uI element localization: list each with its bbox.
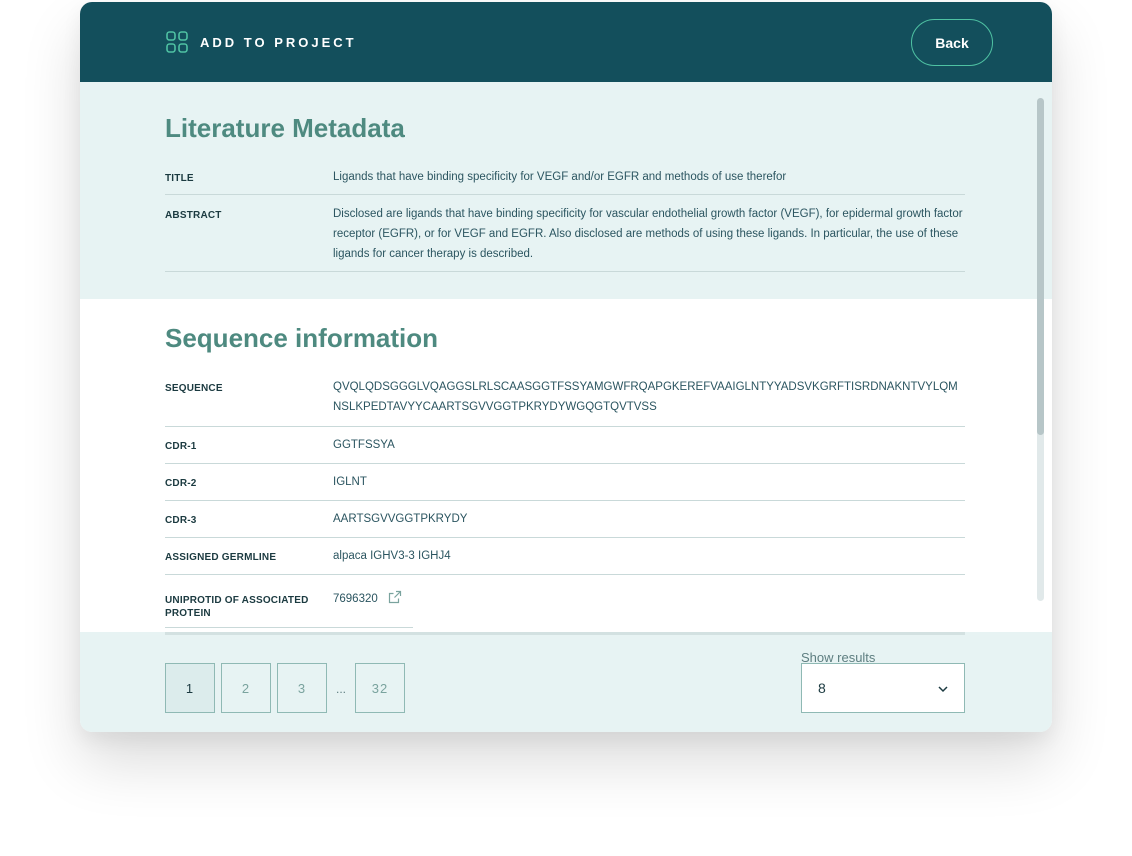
sequence-heading: Sequence information (165, 323, 439, 353)
abstract-label: ABSTRACT (165, 210, 222, 221)
external-link-icon[interactable] (388, 590, 402, 604)
cdr1-row: CDR-1 GGTFSSYA (165, 427, 965, 464)
results-per-page-value: 8 (818, 680, 826, 696)
abstract-row: ABSTRACT Disclosed are ligands that have… (165, 195, 965, 272)
uniprot-row: UNIPROTID OF ASSOCIATED PROTEIN 7696320 (165, 575, 413, 628)
cdr2-row: CDR-2 IGLNT (165, 464, 965, 501)
uniprot-value-wrap: 7696320 (333, 589, 423, 609)
footer-divider (165, 632, 965, 635)
cdr2-value: IGLNT (333, 476, 367, 488)
page-button-2[interactable]: 2 (221, 663, 271, 713)
page-button-last[interactable]: 32 (355, 663, 405, 713)
cdr1-label: CDR-1 (165, 441, 197, 452)
literature-metadata-section: Literature Metadata TITLE Ligands that h… (80, 82, 1052, 299)
pagination-footer: 1 2 3 ... 32 Show results 8 (80, 632, 1052, 732)
title-row: TITLE Ligands that have binding specific… (165, 169, 965, 195)
uniprot-label: UNIPROTID OF ASSOCIATED PROTEIN (165, 595, 309, 619)
header-title: ADD TO PROJECT (200, 34, 357, 50)
uniprot-value: 7696320 (333, 593, 378, 605)
sequence-label: SEQUENCE (165, 383, 223, 394)
chevron-down-icon (938, 686, 948, 693)
abstract-value: Disclosed are ligands that have binding … (333, 208, 963, 260)
cdr3-label: CDR-3 (165, 515, 197, 526)
header-bar: ADD TO PROJECT Back (80, 2, 1052, 82)
cdr1-value: GGTFSSYA (333, 439, 395, 451)
back-button[interactable]: Back (911, 19, 993, 66)
header-brand: ADD TO PROJECT (166, 31, 357, 53)
sequence-value: QVQLQDSGGGLVQAGGSLRLSCAASGGTFSSYAMGWFRQA… (333, 381, 958, 413)
literature-heading: Literature Metadata (165, 113, 405, 143)
grid-icon (166, 31, 188, 53)
cdr3-row: CDR-3 AARTSGVVGGTPKRYDY (165, 501, 965, 538)
title-value: Ligands that have binding specificity fo… (333, 171, 787, 183)
page-button-3[interactable]: 3 (277, 663, 327, 713)
germline-row: ASSIGNED GERMLINE alpaca IGHV3-3 IGHJ4 (165, 538, 965, 575)
page-button-1[interactable]: 1 (165, 663, 215, 713)
germline-value: alpaca IGHV3-3 IGHJ4 (333, 550, 451, 562)
cdr3-value: AARTSGVVGGTPKRYDY (333, 513, 468, 525)
results-per-page-select[interactable]: 8 (801, 663, 965, 713)
pagination-ellipsis: ... (336, 682, 347, 696)
title-label: TITLE (165, 173, 194, 184)
scrollbar-thumb[interactable] (1037, 98, 1044, 435)
content-scroll-area[interactable]: Literature Metadata TITLE Ligands that h… (80, 82, 1052, 632)
sequence-information-section: Sequence information SEQUENCE QVQLQDSGGG… (80, 299, 1052, 632)
add-to-project-window: ADD TO PROJECT Back Literature Metadata … (80, 2, 1052, 732)
germline-label: ASSIGNED GERMLINE (165, 552, 277, 563)
sequence-row: SEQUENCE QVQLQDSGGGLVQAGGSLRLSCAASGGTFSS… (165, 379, 965, 427)
cdr2-label: CDR-2 (165, 478, 197, 489)
